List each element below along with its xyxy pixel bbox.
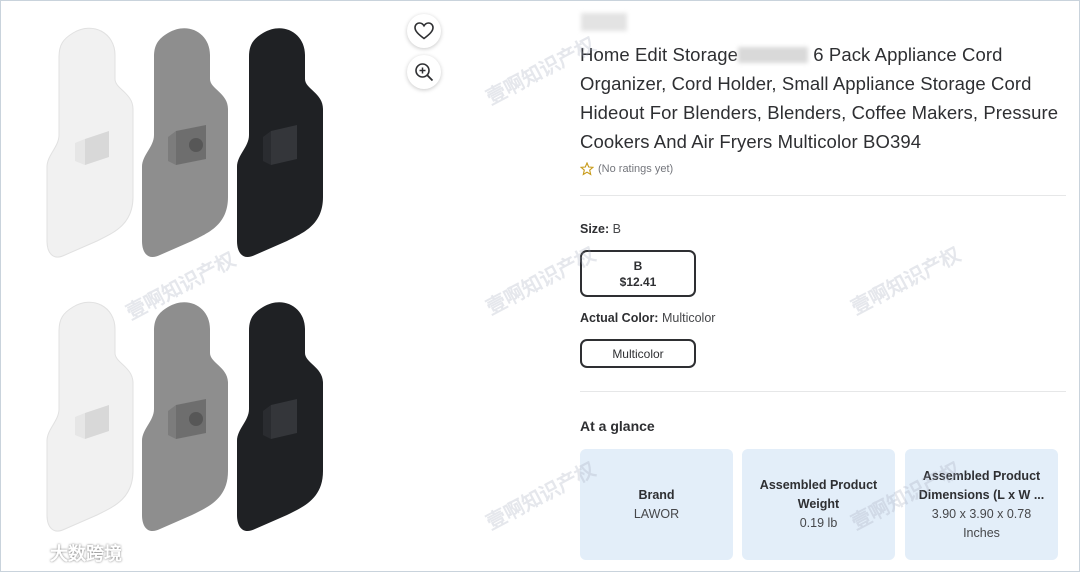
glance-card-value: 0.19 lb xyxy=(799,516,838,530)
size-option-price: $12.41 xyxy=(619,274,657,289)
corner-watermark-logo: 大数跨境 xyxy=(10,540,122,566)
at-a-glance-heading: At a glance xyxy=(580,418,655,434)
brand-link-redacted[interactable] xyxy=(581,13,627,31)
cord-clip-gray xyxy=(140,27,230,262)
size-option-name: B xyxy=(633,258,643,273)
rating-summary[interactable]: (No ratings yet) xyxy=(580,162,673,176)
corner-watermark-text: 大数跨境 xyxy=(50,544,122,564)
glance-card-weight: Assembled Product Weight 0.19 lb xyxy=(742,449,895,560)
glance-card-key: Assembled Product Dimensions (L x W ... xyxy=(918,468,1045,502)
size-label: Size: B xyxy=(580,222,622,236)
glance-card-key: Brand xyxy=(638,487,675,502)
cord-clip-white xyxy=(45,27,135,262)
glance-card-dimensions: Assembled Product Dimensions (L x W ... … xyxy=(905,449,1058,560)
glance-card-brand: Brand LAWOR xyxy=(580,449,733,560)
cord-clip-black xyxy=(235,301,325,536)
glance-card-value: 3.90 x 3.90 x 0.78 Inches xyxy=(931,506,1032,540)
glance-card-key: Assembled Product Weight xyxy=(759,478,878,511)
heart-icon xyxy=(414,22,434,40)
divider xyxy=(580,195,1066,196)
color-option-multicolor[interactable]: Multicolor xyxy=(580,339,696,368)
redacted-text xyxy=(738,47,809,63)
cord-clip-black xyxy=(235,27,325,262)
logo-icon xyxy=(10,543,44,563)
cord-clip-white xyxy=(45,301,135,536)
zoom-in-icon xyxy=(415,63,434,82)
star-outline-icon xyxy=(580,162,594,176)
glance-card-value: LAWOR xyxy=(633,506,680,521)
rating-text: (No ratings yet) xyxy=(598,163,674,175)
color-value: Multicolor xyxy=(661,311,716,325)
favorite-button[interactable] xyxy=(407,14,441,48)
cord-clip-gray xyxy=(140,301,230,536)
color-label: Actual Color: Multicolor xyxy=(580,311,716,325)
color-option-label: Multicolor xyxy=(612,346,664,361)
zoom-button[interactable] xyxy=(407,55,441,89)
product-title-part1: Home Edit Storage xyxy=(580,44,739,65)
product-title: Home Edit Storage 6 Pack Appliance Cord … xyxy=(580,40,1060,156)
size-option-b[interactable]: B $12.41 xyxy=(580,250,696,297)
product-image[interactable] xyxy=(30,15,370,560)
divider xyxy=(580,391,1066,392)
size-value: B xyxy=(612,222,622,236)
